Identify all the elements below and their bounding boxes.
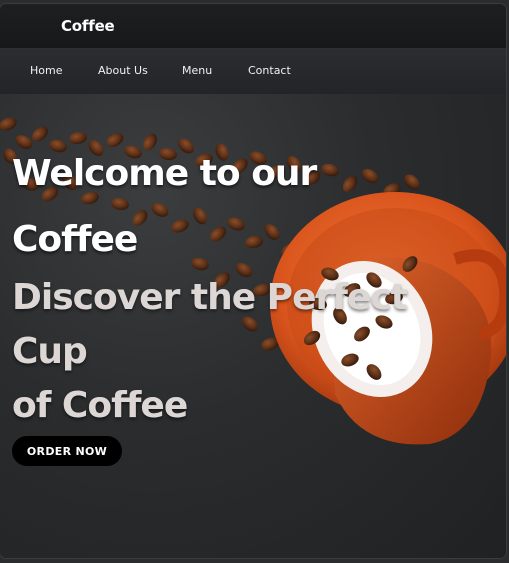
hero-title-line2: Coffee (12, 219, 138, 260)
nav-contact-link[interactable]: Contact (248, 64, 291, 77)
hero-subtitle-line1: Discover the Perfect (12, 277, 408, 318)
hero-title-line1: Welcome to our (12, 153, 317, 194)
nav-about-link[interactable]: About Us (98, 64, 148, 77)
nav-menu-link[interactable]: Menu (182, 64, 212, 77)
nav-home-link[interactable]: Home (30, 64, 62, 77)
order-now-button[interactable]: ORDER NOW (12, 436, 122, 466)
page-frame: Coffee Home About Us Menu Contact Welcom… (0, 4, 506, 558)
brand-logo-text[interactable]: Coffee (61, 17, 115, 35)
hero-subtitle-line3: of Coffee (12, 385, 188, 426)
top-bar: Coffee (0, 4, 506, 48)
main-nav: Home About Us Menu Contact (0, 48, 506, 95)
hero-section: Welcome to our Coffee Discover the Perfe… (0, 94, 506, 558)
hero-subtitle-line2: Cup (12, 331, 88, 372)
